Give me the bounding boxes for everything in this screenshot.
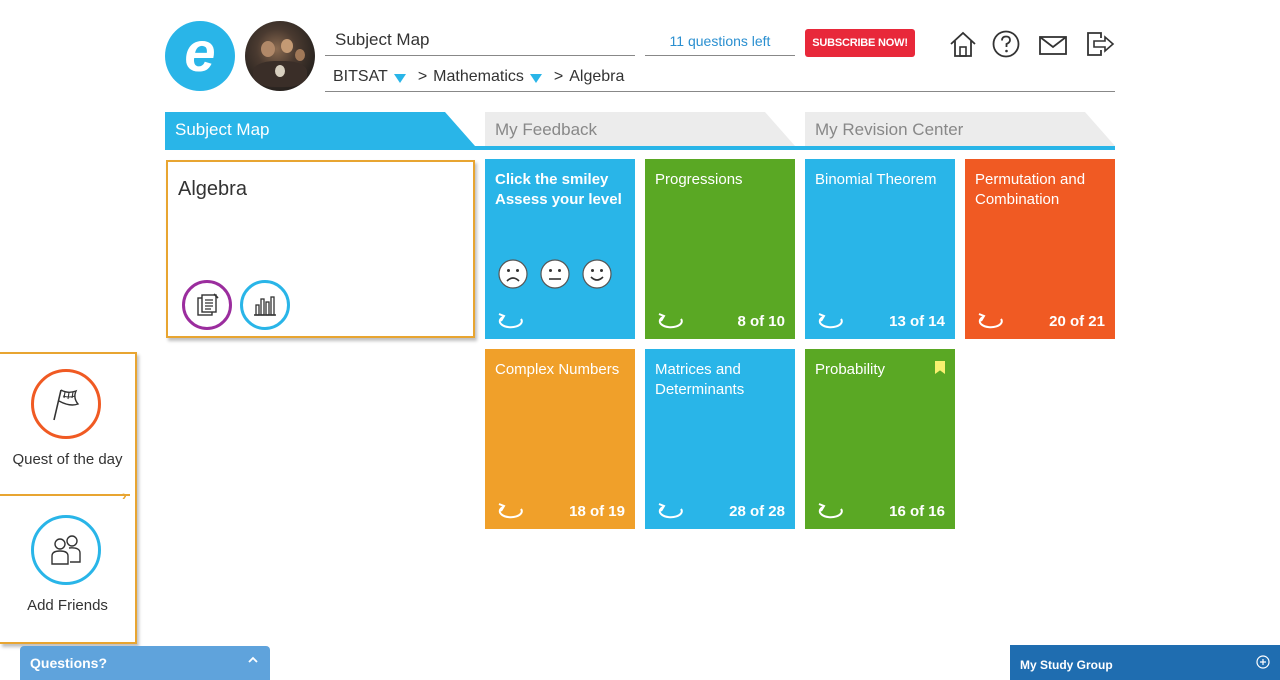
topic-tile-binomial-theorem[interactable]: Binomial Theorem 13 of 14 <box>805 159 955 339</box>
subject-card-title: Algebra <box>178 178 247 200</box>
quest-of-the-day-button[interactable] <box>31 369 101 439</box>
logo[interactable]: e <box>165 21 235 91</box>
breadcrumb-item-exam[interactable]: BITSAT <box>333 68 388 85</box>
breadcrumb: BITSAT > Mathematics > Algebra <box>325 62 1115 92</box>
revise-icon[interactable] <box>817 501 845 521</box>
study-group-bar[interactable]: My Study Group <box>1010 645 1280 680</box>
topic-tile-progressions[interactable]: Progressions 8 of 10 <box>645 159 795 339</box>
assess-line-1: Click the smiley <box>495 171 609 188</box>
notes-icon <box>197 293 219 316</box>
checkered-flag-icon <box>53 389 80 421</box>
neutral-smiley-icon[interactable] <box>540 259 570 289</box>
questions-bar[interactable]: Questions? <box>20 646 270 680</box>
logo-letter: e <box>184 20 216 83</box>
revise-icon[interactable] <box>657 501 685 521</box>
topic-name: Probability <box>815 361 886 378</box>
tab-my-feedback[interactable]: My Feedback <box>485 112 795 146</box>
add-friends-button[interactable] <box>31 515 101 585</box>
home-icon[interactable] <box>948 29 978 59</box>
revise-icon[interactable] <box>497 311 525 331</box>
topic-name: Complex Numbers <box>495 361 620 378</box>
logout-icon[interactable] <box>1085 29 1115 59</box>
topic-progress-count: 28 of 28 <box>729 503 785 520</box>
side-panel: Quest of the day › Add Friends <box>0 352 137 644</box>
assess-line-2: Assess your level <box>495 191 622 208</box>
revise-icon[interactable] <box>977 311 1005 331</box>
tab-subject-map[interactable]: Subject Map <box>165 112 475 146</box>
study-group-label: My Study Group <box>1020 658 1113 672</box>
assess-level-tile: Click the smiley Assess your level <box>485 159 635 339</box>
revise-icon[interactable] <box>497 501 525 521</box>
page-title: Subject Map <box>325 26 635 56</box>
side-divider <box>0 494 130 496</box>
add-friends-label: Add Friends <box>27 597 108 614</box>
topic-progress-count: 16 of 16 <box>889 503 945 520</box>
happy-smiley-icon[interactable] <box>582 259 612 289</box>
quest-of-the-day-label: Quest of the day <box>12 451 123 468</box>
sad-smiley-icon[interactable] <box>498 259 528 289</box>
topic-tile-matrices-determinants[interactable]: Matrices and Determinants 28 of 28 <box>645 349 795 529</box>
breadcrumb-item-topic: Algebra <box>569 68 625 85</box>
subscribe-button[interactable]: SUBSCRIBE NOW! <box>805 29 915 57</box>
avatar[interactable] <box>245 21 315 91</box>
plus-circle-icon[interactable] <box>1256 655 1270 669</box>
breadcrumb-separator: > <box>553 68 564 85</box>
breadcrumb-item-subject[interactable]: Mathematics <box>433 68 524 85</box>
chevron-right-icon[interactable]: › <box>122 487 127 503</box>
smiley-group <box>498 259 612 289</box>
topic-progress-count: 20 of 21 <box>1049 313 1105 330</box>
notes-button[interactable] <box>182 280 232 330</box>
topic-tile-probability[interactable]: Probability 16 of 16 <box>805 349 955 529</box>
tab-my-revision-center[interactable]: My Revision Center <box>805 112 1115 146</box>
questions-left-link[interactable]: 11 questions left <box>645 26 795 56</box>
subject-card: Algebra <box>166 160 475 338</box>
topic-name: Matrices and Determinants <box>655 361 745 398</box>
topic-name: Permutation and Combination <box>975 171 1086 208</box>
friends-icon <box>51 535 81 565</box>
revise-icon[interactable] <box>657 311 685 331</box>
topic-progress-count: 13 of 14 <box>889 313 945 330</box>
revise-icon[interactable] <box>817 311 845 331</box>
help-icon[interactable] <box>991 29 1021 59</box>
tabs-underline <box>165 146 1115 150</box>
breadcrumb-separator: > <box>417 68 428 85</box>
chevron-down-icon[interactable] <box>393 74 406 83</box>
mail-icon[interactable] <box>1038 29 1068 59</box>
topic-tile-complex-numbers[interactable]: Complex Numbers 18 of 19 <box>485 349 635 529</box>
stats-button[interactable] <box>240 280 290 330</box>
topic-tile-permutation-combination[interactable]: Permutation and Combination 20 of 21 <box>965 159 1115 339</box>
topic-name: Binomial Theorem <box>815 171 937 188</box>
chevron-up-icon[interactable] <box>248 655 258 665</box>
questions-bar-label: Questions? <box>30 655 108 671</box>
topic-progress-count: 8 of 10 <box>737 313 785 330</box>
topic-progress-count: 18 of 19 <box>569 503 625 520</box>
bar-chart-icon <box>254 296 276 316</box>
topic-name: Progressions <box>655 171 743 188</box>
chevron-down-icon[interactable] <box>529 74 542 83</box>
